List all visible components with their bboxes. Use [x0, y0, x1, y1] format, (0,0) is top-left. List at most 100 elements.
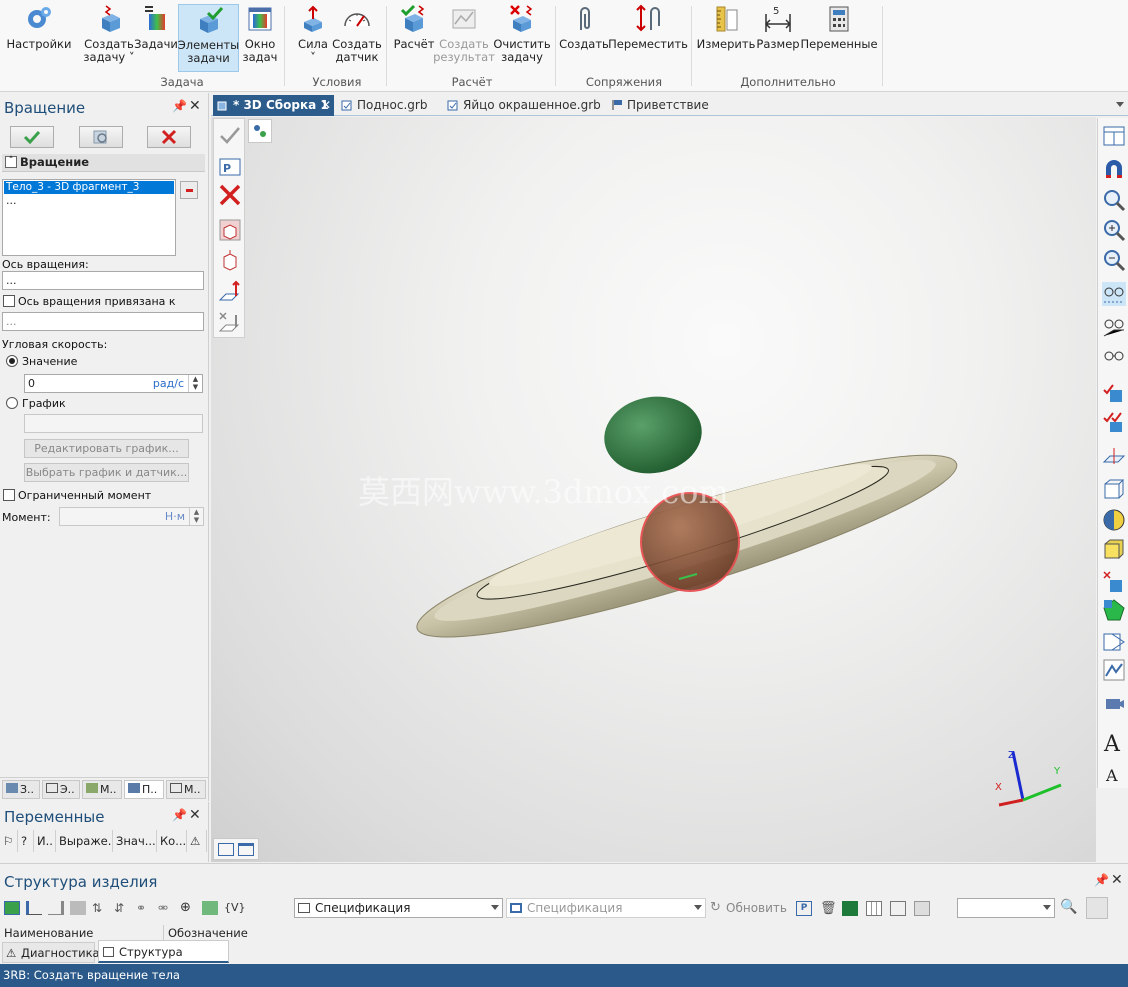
column-header[interactable]: Наименование — [4, 925, 164, 941]
pin-icon[interactable]: 📌 — [172, 99, 187, 113]
create-result-button[interactable]: Создать результат — [433, 4, 495, 72]
explode-icon[interactable] — [1102, 570, 1126, 594]
list-item[interactable]: Тело_3 - 3D фрагмент_3 — [4, 181, 174, 194]
glasses-icon[interactable] — [1102, 344, 1126, 368]
render-settings-icon[interactable] — [1102, 658, 1126, 682]
projection-icon[interactable] — [1102, 630, 1126, 654]
section-header[interactable]: ˄ Вращение — [2, 154, 205, 172]
solid-icon[interactable] — [1102, 538, 1126, 562]
properties-icon[interactable]: P — [218, 155, 242, 179]
measure-button[interactable]: Измерить — [697, 4, 755, 72]
create-task-button[interactable]: Создать задачу ˅ — [83, 4, 135, 72]
move-mate-button[interactable]: Переместить — [608, 4, 688, 72]
properties-icon[interactable]: P — [796, 900, 812, 916]
flag-column[interactable]: ⚐ — [0, 830, 18, 852]
clear-task-button[interactable]: Очистить задачу — [493, 4, 551, 72]
excel-icon[interactable] — [842, 900, 858, 916]
create-sensor-button[interactable]: Создать датчик — [332, 4, 382, 72]
small-tool-button[interactable] — [248, 119, 272, 143]
preview-button[interactable] — [79, 126, 123, 148]
close-icon[interactable] — [218, 183, 242, 207]
target-icon[interactable]: ⊕ — [180, 901, 196, 915]
force-button[interactable]: Сила ˅ — [292, 4, 334, 72]
cancel-button[interactable] — [147, 126, 191, 148]
dimension-button[interactable]: 5 Размер — [756, 4, 800, 72]
panel-tab[interactable]: М.. — [166, 780, 206, 799]
limited-moment-checkbox[interactable] — [3, 489, 15, 501]
close-icon[interactable]: ✕ — [189, 807, 201, 823]
spec-dropdown-right[interactable]: Спецификация — [506, 898, 706, 918]
visible-all-icon[interactable] — [1102, 410, 1126, 434]
column-header[interactable]: Ко... — [157, 830, 187, 852]
collapse-icon[interactable]: ˄ — [5, 156, 17, 168]
delete-icon[interactable]: 🗑 — [820, 901, 837, 916]
plane-arrow-icon[interactable] — [218, 280, 242, 304]
panel-tab[interactable]: П.. — [124, 780, 164, 799]
panel-tab[interactable]: М.. — [82, 780, 122, 799]
grid-icon[interactable] — [202, 901, 218, 915]
spinner-icon[interactable]: ▲ ▼ — [188, 375, 202, 392]
move-up-icon[interactable]: ⇅ — [92, 901, 108, 915]
link-icon[interactable]: ⚭ — [136, 901, 152, 915]
tab-welcome[interactable]: Приветствие — [607, 95, 717, 116]
view-mode-toggle[interactable] — [213, 838, 259, 860]
value-radio[interactable] — [6, 355, 18, 367]
column-header[interactable]: ? — [18, 830, 34, 852]
glasses-section-icon[interactable] — [1102, 282, 1126, 306]
zoom-out-icon[interactable] — [1102, 248, 1126, 272]
box-outline-icon[interactable] — [218, 249, 242, 273]
plane-remove-icon[interactable] — [218, 311, 242, 335]
zoom-fit-icon[interactable] — [1102, 188, 1126, 212]
refresh-button[interactable]: ↻ Обновить — [710, 898, 796, 918]
speed-input[interactable]: 0 рад/с ▲ ▼ — [24, 374, 203, 393]
panel-tab[interactable]: Э.. — [42, 780, 80, 799]
box-icon[interactable] — [218, 218, 242, 242]
edit-graph-button[interactable]: Редактировать график... — [24, 439, 189, 458]
task-elements-button[interactable]: Элементы задачи — [178, 4, 239, 72]
pin-icon[interactable]: 📌 — [1094, 873, 1109, 887]
tab-3d-assembly[interactable]: * 3D Сборка 1 ✕ — [213, 95, 334, 116]
columns-icon[interactable] — [890, 900, 906, 916]
sort-icon[interactable]: ⇵ — [114, 901, 130, 915]
text-small-icon[interactable]: A — [1102, 762, 1126, 786]
camera-icon[interactable] — [1102, 692, 1126, 716]
variables-button[interactable]: Переменные — [800, 4, 878, 72]
check-icon[interactable] — [218, 124, 242, 148]
indent-right-icon[interactable] — [48, 901, 64, 915]
axis-bound-field[interactable]: ... — [2, 312, 204, 331]
tab-podnos[interactable]: Поднос.grb — [337, 95, 437, 116]
add-row-icon[interactable] — [4, 901, 20, 915]
close-tab-icon[interactable]: ✕ — [321, 95, 331, 116]
section-plane-icon[interactable] — [1102, 444, 1126, 468]
3d-viewport[interactable]: 莫西网www.3dmox.com Z Y X — [211, 117, 1096, 862]
unlink-icon[interactable]: ⚮ — [158, 901, 174, 915]
glasses-angle-icon[interactable] — [1102, 314, 1126, 338]
graph-field[interactable] — [24, 414, 203, 433]
split-layout-icon[interactable] — [238, 843, 254, 856]
egg-model[interactable] — [598, 389, 708, 481]
shading-icon[interactable] — [1102, 508, 1126, 532]
ok-button[interactable] — [10, 126, 54, 148]
tab-diagnostics[interactable]: ⚠ Диагностика — [2, 942, 100, 963]
tabs-dropdown-icon[interactable] — [1116, 102, 1124, 107]
text-large-icon[interactable]: A — [1102, 730, 1126, 754]
magnet-icon[interactable] — [1102, 158, 1126, 182]
panel-tab[interactable]: З.. — [2, 780, 40, 799]
tab-structure[interactable]: Структура изделия — [98, 940, 229, 982]
search-input[interactable] — [957, 898, 1055, 918]
spec-dropdown-left[interactable]: Спецификация — [294, 898, 503, 918]
close-icon[interactable]: ✕ — [189, 98, 201, 114]
list-item[interactable]: ... — [6, 194, 17, 207]
settings-button[interactable]: Настройки — [7, 4, 71, 72]
remove-item-button[interactable] — [180, 181, 198, 199]
bodies-list[interactable]: Тело_3 - 3D фрагмент_3 ... — [2, 179, 176, 256]
moment-input[interactable]: Н·м ▲ ▼ — [59, 507, 204, 526]
table-grid-icon[interactable] — [866, 900, 882, 916]
axis-field[interactable]: ... — [2, 271, 204, 290]
tab-egg[interactable]: Яйцо окрашенное.grb — [443, 95, 603, 116]
tasks-button[interactable]: Задачи — [134, 4, 178, 72]
close-icon[interactable]: ✕ — [1111, 872, 1123, 888]
column-header[interactable]: Выраже... — [56, 830, 113, 852]
layout-icon[interactable] — [1102, 124, 1126, 148]
copy-icon[interactable] — [914, 900, 930, 916]
